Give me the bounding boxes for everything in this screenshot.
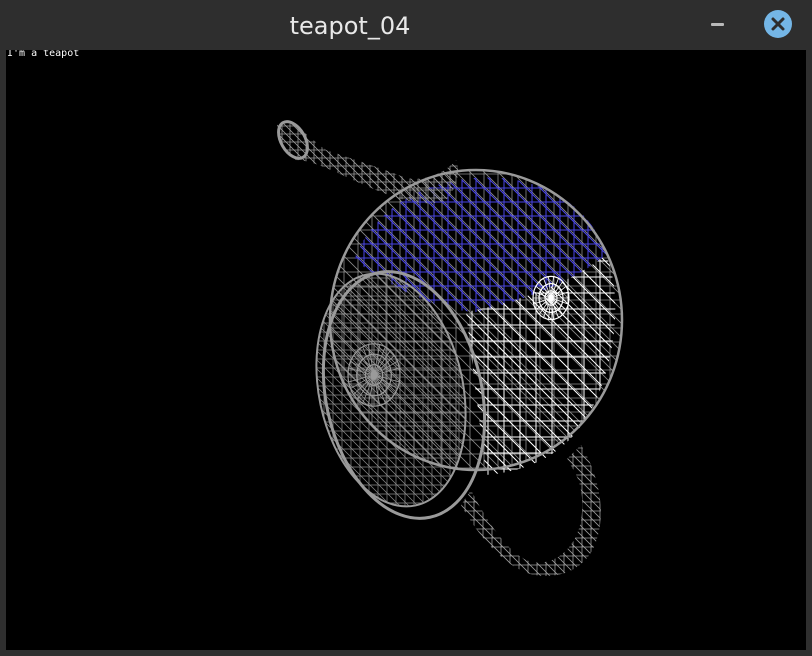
close-button[interactable] <box>764 10 792 38</box>
overlay-caption: I'm a teapot <box>7 50 80 59</box>
window-title: teapot_04 <box>289 12 411 40</box>
app-window: teapot_04 I'm a teapot <box>0 0 812 656</box>
title-bar[interactable]: teapot_04 <box>0 0 812 50</box>
minimize-icon <box>711 23 724 26</box>
render-viewport[interactable]: I'm a teapot <box>6 50 806 650</box>
minimize-button[interactable] <box>704 12 730 38</box>
teapot-wireframe <box>277 120 624 576</box>
close-icon <box>771 17 785 31</box>
